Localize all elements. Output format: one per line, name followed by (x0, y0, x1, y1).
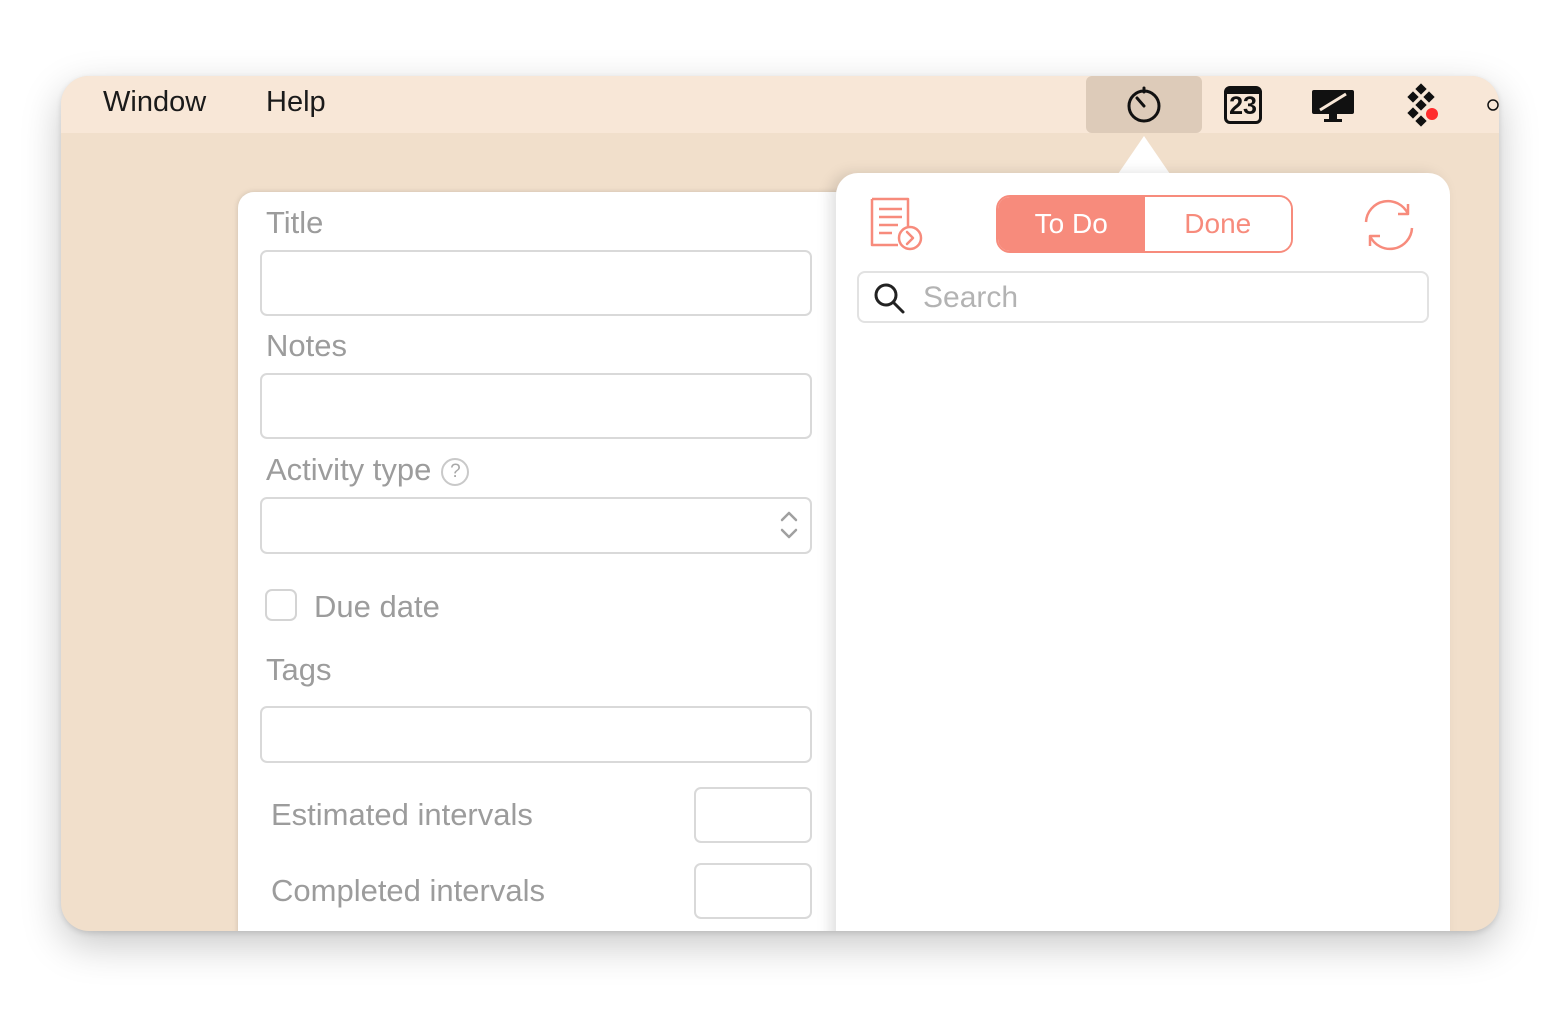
tasks-popover: To Do Done Search (836, 173, 1450, 931)
menu-window[interactable]: Window (103, 86, 206, 119)
search-icon (874, 283, 905, 314)
activity-type-select[interactable] (260, 497, 812, 554)
calendar-day: 23 (1229, 91, 1257, 120)
sync-icon[interactable] (1356, 196, 1422, 254)
menu-bar: Window Help 23 (61, 76, 1499, 133)
tray-partial-button[interactable] (1487, 76, 1499, 133)
display-icon (1312, 89, 1354, 122)
partial-icon (1487, 98, 1499, 111)
completed-intervals-field[interactable] (694, 863, 812, 919)
search-placeholder: Search (923, 281, 1019, 314)
tab-done[interactable]: Done (1144, 197, 1291, 251)
activity-type-text: Activity type (266, 452, 432, 487)
help-icon[interactable]: ? (441, 457, 470, 486)
chevron-updown-icon (780, 511, 798, 539)
search-field[interactable]: Search (857, 271, 1429, 323)
tags-label: Tags (266, 652, 332, 687)
completed-intervals-label: Completed intervals (271, 873, 545, 908)
notes-field[interactable] (260, 373, 812, 439)
popover-arrow (1118, 136, 1170, 174)
task-list-arrow-icon[interactable] (868, 195, 926, 253)
tray-timer-button[interactable] (1086, 76, 1202, 133)
tab-to-do[interactable]: To Do (998, 197, 1145, 251)
stopwatch-icon (1127, 86, 1161, 122)
tray-calendar-button[interactable]: 23 (1221, 76, 1265, 133)
status-segmented-control: To Do Done (996, 195, 1293, 253)
tags-field[interactable] (260, 706, 812, 763)
estimated-intervals-field[interactable] (694, 787, 812, 843)
tray-display-button[interactable] (1309, 76, 1357, 133)
task-form-window: Title Notes Activity type? Due date Tags… (238, 192, 878, 931)
due-date-checkbox[interactable] (265, 589, 297, 621)
screen: Window Help 23 Title Notes Activity type… (61, 76, 1499, 931)
notes-label: Notes (266, 328, 347, 363)
estimated-intervals-label: Estimated intervals (271, 797, 533, 832)
tray-app-button[interactable] (1405, 76, 1441, 133)
title-label: Title (266, 205, 324, 240)
activity-type-label: Activity type? (266, 452, 470, 488)
dots-grid-icon (1407, 82, 1438, 127)
menu-help[interactable]: Help (266, 86, 326, 119)
calendar-icon: 23 (1224, 85, 1262, 124)
title-field[interactable] (260, 250, 812, 316)
due-date-label: Due date (314, 589, 440, 624)
